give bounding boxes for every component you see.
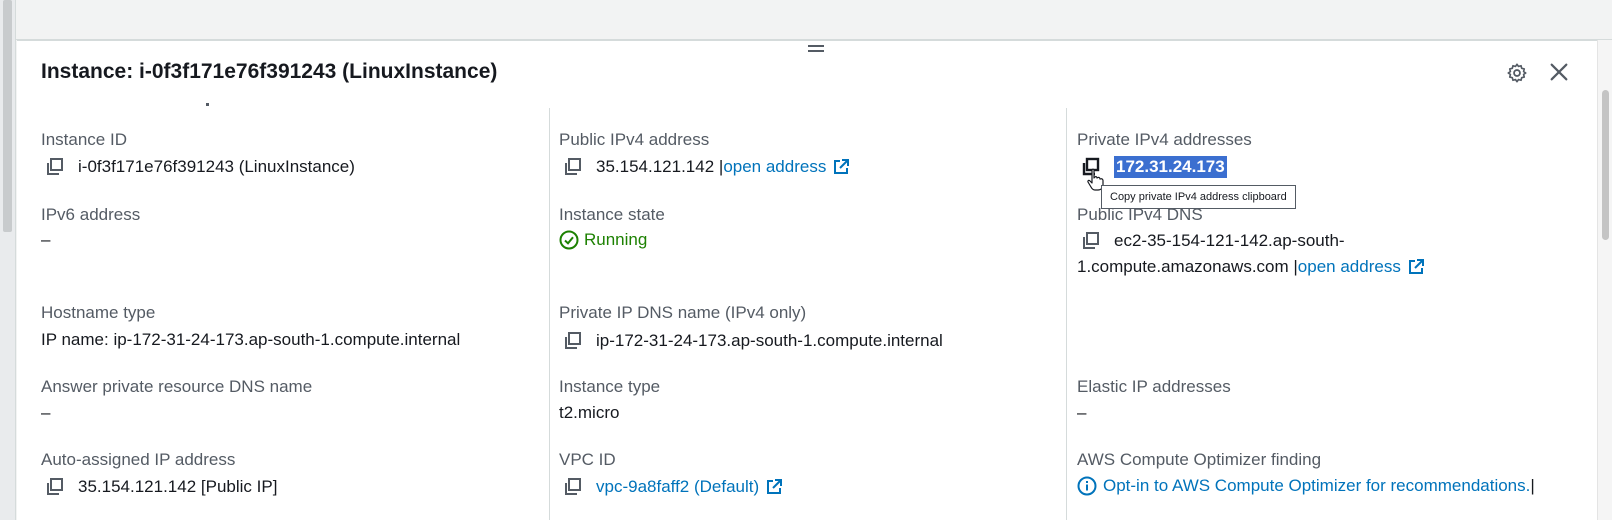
- copy-icon[interactable]: [1080, 230, 1102, 252]
- scrolled-content-edge: [41, 100, 209, 106]
- public-dns-open-link[interactable]: open address: [1298, 257, 1401, 277]
- left-scroll-strip: [0, 0, 16, 520]
- auto-ip-label: Auto-assigned IP address: [41, 450, 236, 469]
- public-ipv4-open-link[interactable]: open address: [723, 157, 826, 177]
- external-link-icon[interactable]: [765, 478, 783, 496]
- column-divider: [1066, 108, 1067, 520]
- instance-id-label: Instance ID: [41, 130, 127, 149]
- optimizer-value: Opt-in to AWS Compute Optimizer for reco…: [1077, 476, 1535, 496]
- public-dns-text-line2: 1.compute.amazonaws.com |: [1077, 257, 1298, 276]
- instance-id-text: i-0f3f171e76f391243 (LinuxInstance): [78, 157, 355, 176]
- optimizer-opt-in-link[interactable]: Opt-in to AWS Compute Optimizer for reco…: [1103, 476, 1530, 496]
- instance-state-text: Running: [584, 230, 648, 249]
- copy-icon[interactable]: [562, 156, 584, 178]
- panel-scrollbar[interactable]: [1597, 40, 1612, 520]
- public-dns-text-line1: ec2-35-154-121-142.ap-south-: [1114, 231, 1345, 250]
- copy-icon[interactable]: [562, 476, 584, 498]
- auto-ip-value: 35.154.121.142 [Public IP]: [44, 476, 277, 498]
- ipv6-label: IPv6 address: [41, 205, 141, 224]
- elastic-ip-value: –: [1077, 403, 1087, 422]
- external-link-icon[interactable]: [1407, 258, 1425, 276]
- hostname-type-value: IP name: ip-172-31-24-173.ap-south-1.com…: [41, 330, 461, 349]
- private-dns-text: ip-172-31-24-173.ap-south-1.compute.inte…: [596, 331, 943, 350]
- instance-type-value: t2.micro: [559, 403, 620, 422]
- panel-scroll-thumb[interactable]: [1602, 90, 1609, 240]
- panel-title: Instance: i-0f3f171e76f391243 (LinuxInst…: [41, 60, 498, 83]
- external-link-icon[interactable]: [832, 158, 850, 176]
- column-divider: [549, 108, 550, 520]
- auto-ip-text: 35.154.121.142 [Public IP]: [78, 477, 278, 496]
- optimizer-label: AWS Compute Optimizer finding: [1077, 450, 1322, 469]
- left-scroll-thumb[interactable]: [3, 0, 12, 232]
- public-dns-label: Public IPv4 DNS: [1077, 205, 1203, 224]
- copy-icon[interactable]: [562, 330, 584, 352]
- private-ipv4-text-selected[interactable]: 172.31.24.173: [1114, 156, 1227, 178]
- instance-details-panel: [17, 40, 1597, 520]
- private-dns-label: Private IP DNS name (IPv4 only): [559, 303, 807, 322]
- public-dns-value-line2: 1.compute.amazonaws.com | open address: [1077, 257, 1425, 277]
- instance-state-value: Running: [559, 230, 647, 250]
- vpc-id-label: VPC ID: [559, 450, 616, 469]
- gear-icon[interactable]: [1506, 62, 1528, 84]
- ipv6-value: –: [41, 230, 51, 249]
- instance-type-label: Instance type: [559, 377, 661, 396]
- private-dns-value: ip-172-31-24-173.ap-south-1.compute.inte…: [562, 330, 943, 352]
- resize-handle[interactable]: [808, 45, 824, 55]
- public-ipv4-value: 35.154.121.142 | open address: [562, 156, 850, 178]
- public-ipv4-text: 35.154.121.142 |: [596, 157, 724, 176]
- vpc-id-value: vpc-9a8faff2 (Default): [562, 476, 783, 498]
- elastic-ip-label: Elastic IP addresses: [1077, 377, 1231, 396]
- copy-icon[interactable]: [44, 476, 66, 498]
- vpc-id-link[interactable]: vpc-9a8faff2 (Default): [596, 477, 759, 497]
- copy-icon[interactable]: [44, 156, 66, 178]
- answer-dns-label: Answer private resource DNS name: [41, 377, 313, 396]
- top-bar: [0, 0, 1612, 40]
- check-circle-icon: [559, 230, 579, 250]
- optimizer-suffix: |: [1530, 476, 1535, 495]
- hostname-type-label: Hostname type: [41, 303, 156, 322]
- public-ipv4-label: Public IPv4 address: [559, 130, 710, 149]
- instance-state-label: Instance state: [559, 205, 665, 224]
- answer-dns-value: –: [41, 403, 51, 422]
- info-icon: [1077, 476, 1097, 496]
- private-ipv4-label: Private IPv4 addresses: [1077, 130, 1252, 149]
- close-icon[interactable]: [1548, 61, 1570, 83]
- instance-id-value: i-0f3f171e76f391243 (LinuxInstance): [44, 156, 355, 178]
- public-dns-value-line1: ec2-35-154-121-142.ap-south-: [1080, 230, 1345, 252]
